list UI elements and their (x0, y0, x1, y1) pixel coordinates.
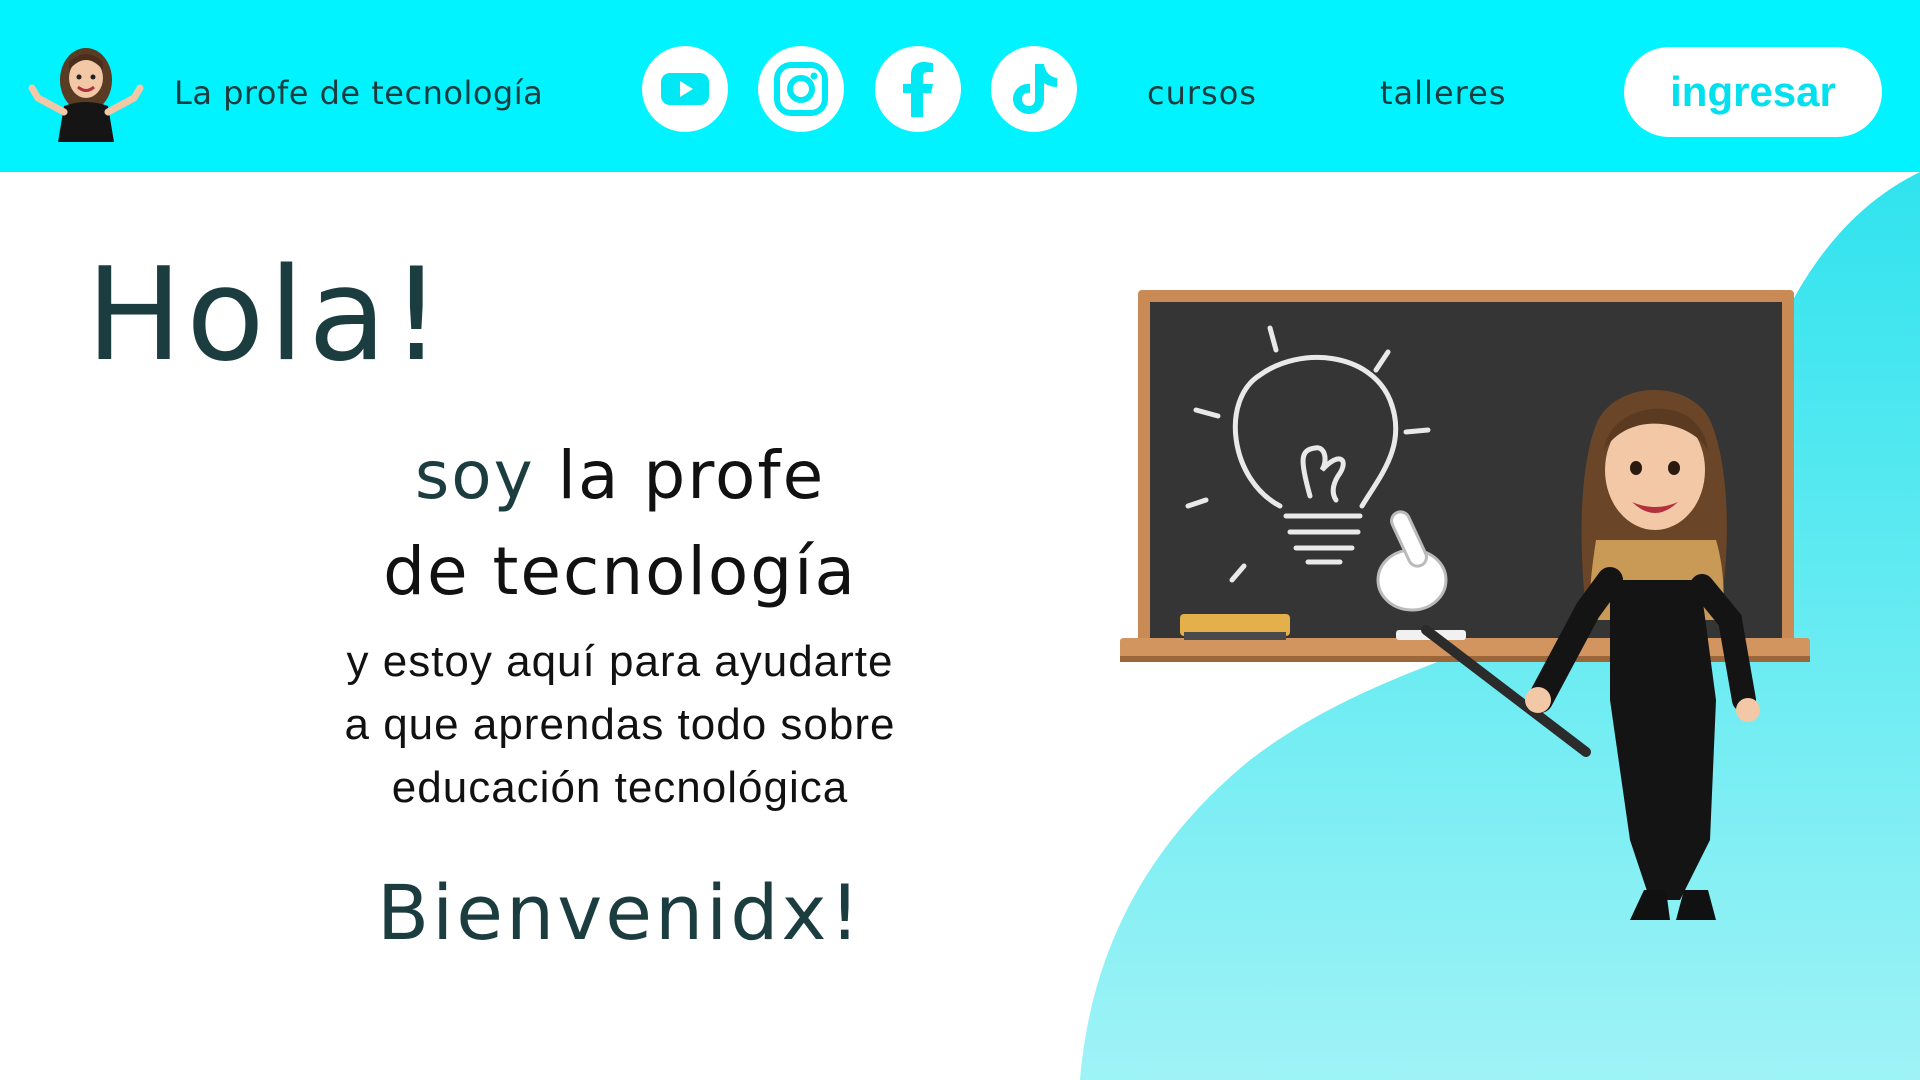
facebook-icon[interactable] (875, 46, 961, 132)
tiktok-icon[interactable] (991, 46, 1077, 132)
chalkboard-teacher-illustration (1120, 290, 1810, 920)
hero-desc-line1: y estoy aquí para ayudarte (346, 637, 894, 686)
hero-welcome: Bienvenidx! (377, 868, 863, 957)
hero-desc-line3: educación tecnológica (391, 763, 849, 812)
hero-desc-line2: a que aprendas todo sobre (344, 700, 896, 749)
hero-greeting: Hola! (86, 241, 446, 390)
hero-intro-line2: de tecnología (383, 533, 857, 610)
hero-intro-soy: soy (414, 437, 535, 514)
login-button[interactable]: ingresar (1624, 47, 1882, 137)
top-navigation-bar: La profe de tecnología cursos talleres i… (0, 0, 1920, 172)
nav-link-cursos[interactable]: cursos (1147, 74, 1257, 112)
instagram-icon[interactable] (758, 46, 844, 132)
hero-intro: soy la profe de tecnología (300, 428, 940, 620)
hero-description: y estoy aquí para ayudarte a que aprenda… (300, 630, 940, 819)
hero-intro-name: la profe (557, 437, 826, 514)
youtube-icon[interactable] (642, 46, 728, 132)
site-title[interactable]: La profe de tecnología (174, 74, 543, 112)
nav-link-talleres[interactable]: talleres (1380, 74, 1506, 112)
profile-avatar-logo[interactable] (28, 40, 144, 142)
